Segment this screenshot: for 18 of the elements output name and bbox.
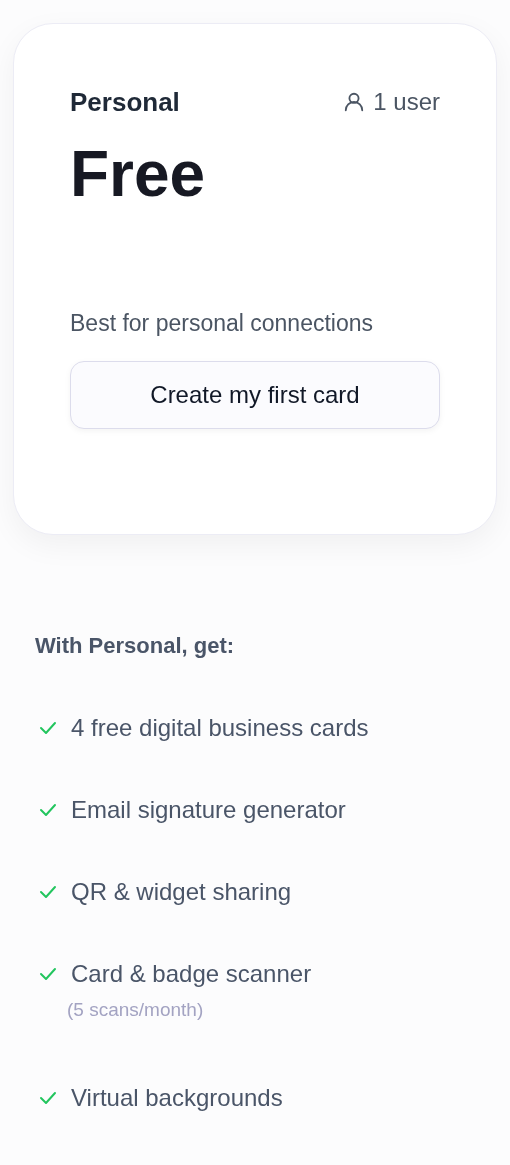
check-icon [39,967,57,981]
feature-text: Virtual backgrounds [71,1083,283,1113]
user-count: 1 user [373,87,440,117]
feature-text: QR & widget sharing [71,877,292,907]
feature-note: (5 scans/month) [67,998,205,1022]
user-icon [343,91,366,113]
check-icon [39,803,57,817]
features-heading: With Personal, get: [35,632,236,660]
plan-description: Best for personal connections [70,309,374,338]
feature-text: 4 free digital business cards [71,713,369,743]
check-icon [39,885,57,899]
plan-price: Free [70,138,207,210]
create-card-button[interactable]: Create my first card [70,361,440,429]
feature-text: Email signature generator [71,795,346,825]
check-icon [39,721,57,735]
plan-name: Personal [70,86,180,118]
check-icon [39,1091,57,1105]
feature-text: Card & badge scanner [71,959,312,989]
